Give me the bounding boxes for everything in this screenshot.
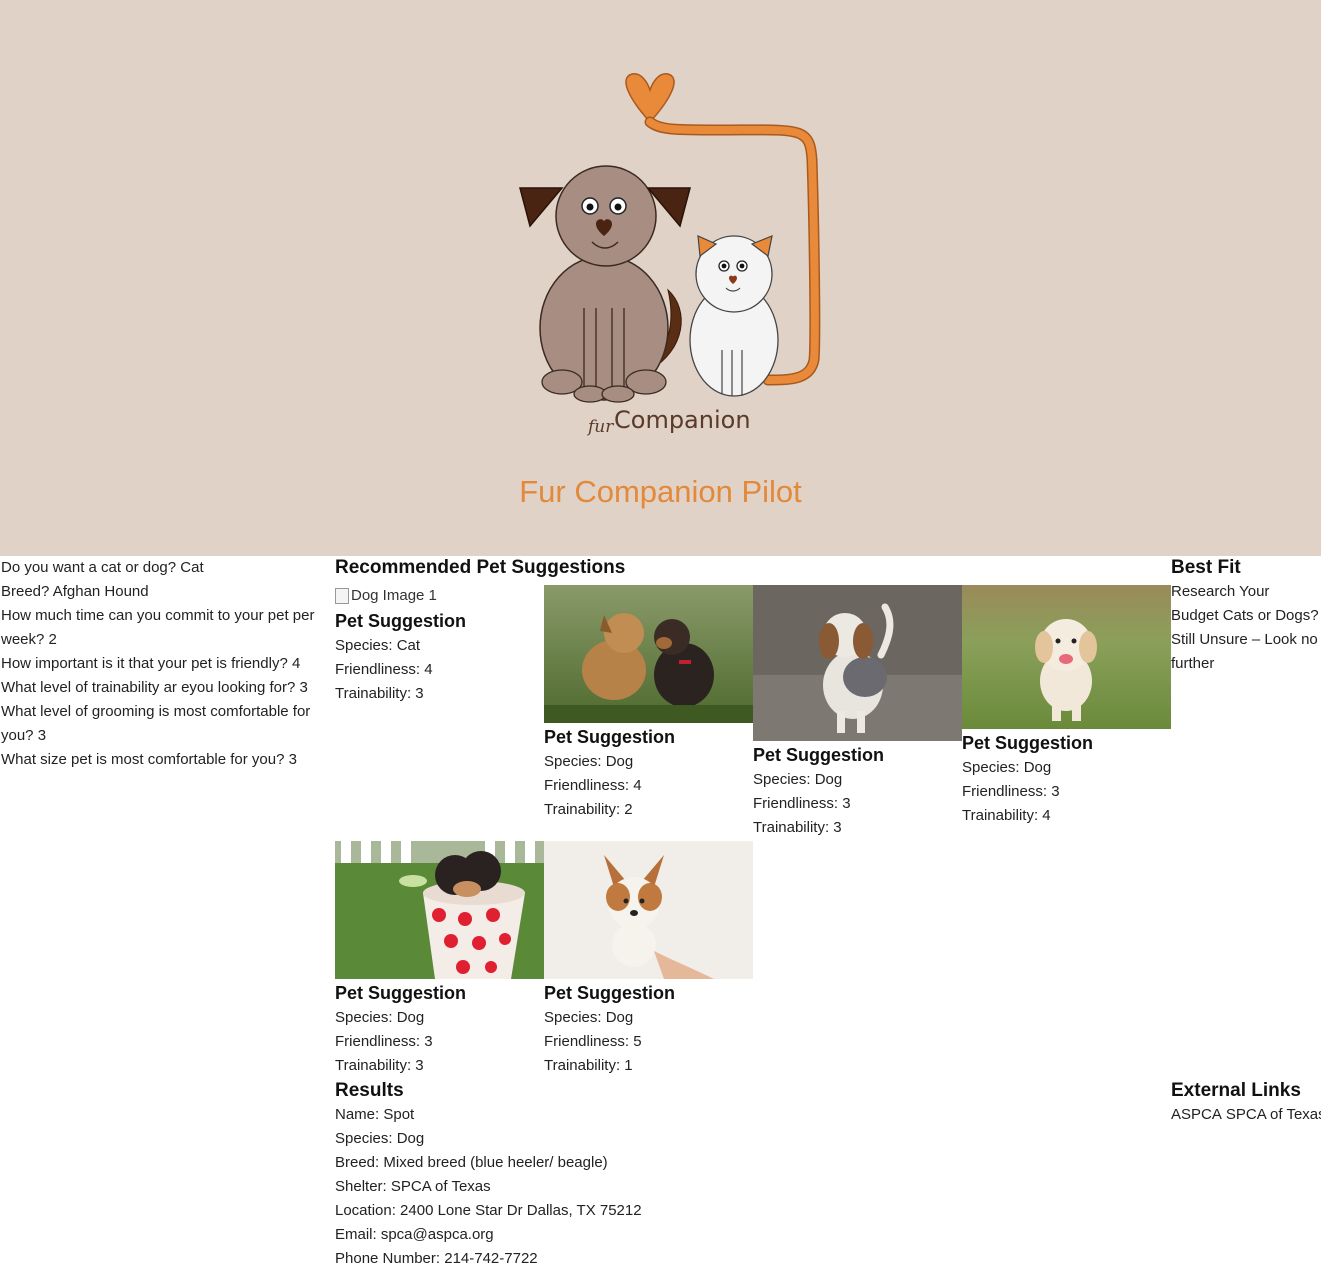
pet-card-3[interactable]: Pet Suggestion Species: Dog Friendliness… [753,585,962,840]
pet-card-species: Species: Dog [962,759,1052,776]
pet-card-trainability: Trainability: 3 [335,1057,424,1074]
result-location: Location: 2400 Lone Star Dr Dallas, TX 7… [335,1202,642,1219]
pet-card-4[interactable]: Pet Suggestion Species: Dog Friendliness… [962,585,1171,828]
pet-card-2[interactable]: Pet Suggestion Species: Dog Friendliness… [544,585,753,822]
result-breed: Breed: Mixed breed (blue heeler/ beagle) [335,1154,608,1171]
pet-card-trainability: Trainability: 2 [544,801,633,818]
question-breed: Breed? Afghan Hound [1,583,149,600]
pet-card-title: Pet Suggestion [544,727,676,747]
question-friendly: How important is it that your pet is fri… [1,655,301,672]
link-spca-texas[interactable]: SPCA of Texas [1226,1103,1321,1127]
hero-banner: fur Companion Fur Companion Pilot [0,0,1321,556]
pet-card-friendliness: Friendliness: 4 [335,661,433,678]
pet-card-friendliness: Friendliness: 3 [335,1033,433,1050]
beagle-puppy-photo-icon [753,585,962,741]
pet-card-species: Species: Cat [335,637,421,654]
pet-card-5[interactable]: Pet Suggestion Species: Dog Friendliness… [335,841,544,1078]
result-shelter: Shelter: SPCA of Texas [335,1178,491,1195]
logo-text: Companion [614,406,751,434]
pet-card-friendliness: Friendliness: 5 [544,1033,642,1050]
pet-card-title: Pet Suggestion [753,745,885,765]
pet-card-friendliness: Friendliness: 3 [962,783,1060,800]
recommended-heading: Recommended Pet Suggestions [335,557,626,578]
results-heading: Results [335,1080,404,1101]
pet-card-species: Species: Dog [544,1009,634,1026]
link-aspca[interactable]: ASPCA [1171,1103,1222,1127]
best-fit-section: Best Fit Research Your Budget Cats or Do… [1171,556,1321,676]
result-species: Species: Dog [335,1130,425,1147]
result-name: Name: Spot [335,1106,415,1123]
best-fit-heading: Best Fit [1171,557,1241,578]
image-alt-text: Dog Image 1 [351,587,437,604]
question-trainability: What level of trainability ar eyou looki… [1,679,308,696]
external-links-heading: External Links [1171,1080,1301,1101]
pet-card-trainability: Trainability: 3 [753,819,842,836]
results-section: Results Name: Spot Species: Dog Breed: M… [335,1079,642,1271]
result-email: Email: spca@aspca.org [335,1226,494,1243]
pet-card-1[interactable]: Dog Image 1 Pet Suggestion Species: Cat … [335,585,544,706]
pet-card-title: Pet Suggestion [962,733,1094,753]
pet-card-species: Species: Dog [753,771,843,788]
questionnaire-answers: Do you want a cat or dog? Cat Breed? Afg… [0,556,332,772]
result-phone: Phone Number: 214-742-7722 [335,1250,538,1267]
two-puppies-photo-icon [544,585,753,723]
pet-card-title: Pet Suggestion [335,983,467,1003]
pet-card-trainability: Trainability: 1 [544,1057,633,1074]
best-fit-text: Research Your Budget Cats or Dogs? Still… [1171,583,1319,672]
page-title: Fur Companion Pilot [519,474,802,509]
pet-card-species: Species: Dog [544,753,634,770]
pet-card-title: Pet Suggestion [335,611,467,631]
pet-card-species: Species: Dog [335,1009,425,1026]
broken-image-icon: Dog Image 1 [335,585,544,607]
fur-companion-logo-icon: fur Companion [519,73,821,437]
question-time: How much time can you commit to your pet… [1,607,315,648]
question-grooming: What level of grooming is most comfortab… [1,703,311,744]
logo-small-text: fur [586,417,614,437]
golden-puppy-photo-icon [962,585,1171,729]
corgi-puppy-photo-icon [544,841,753,979]
pet-card-trainability: Trainability: 3 [335,685,424,702]
question-species: Do you want a cat or dog? Cat [1,559,204,576]
external-links-section: External Links ASPCA SPCA of Texas [1171,1079,1321,1127]
pet-card-trainability: Trainability: 4 [962,807,1051,824]
puppy-in-cup-photo-icon [335,841,544,979]
question-size: What size pet is most comfortable for yo… [1,751,297,768]
pet-card-friendliness: Friendliness: 3 [753,795,851,812]
pet-card-6[interactable]: Pet Suggestion Species: Dog Friendliness… [544,841,753,1078]
pet-card-title: Pet Suggestion [544,983,676,1003]
pet-card-friendliness: Friendliness: 4 [544,777,642,794]
